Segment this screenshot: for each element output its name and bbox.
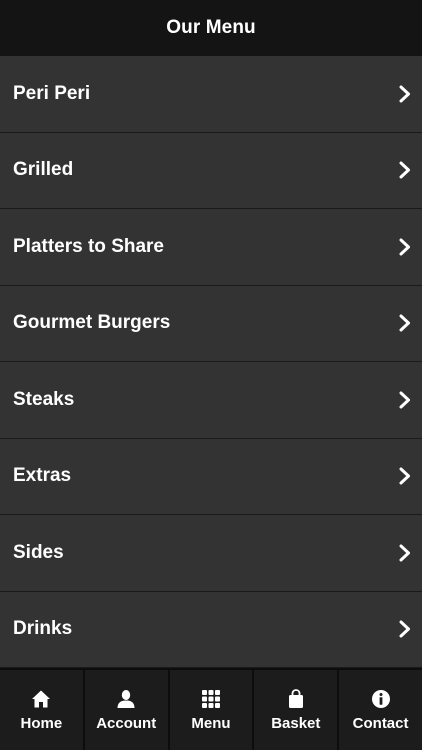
- menu-item-label: Extras: [13, 465, 72, 487]
- grid-icon: [200, 688, 222, 710]
- chevron-right-icon: [398, 390, 412, 410]
- info-icon: [370, 688, 392, 710]
- menu-category-list: Peri Peri Grilled Platters to Share Gour…: [0, 56, 422, 668]
- tab-label: Account: [96, 715, 157, 732]
- tab-label: Basket: [271, 715, 321, 732]
- chevron-right-icon: [398, 84, 412, 104]
- shopping-bag-icon: [285, 688, 307, 710]
- menu-item-grilled[interactable]: Grilled: [0, 132, 422, 209]
- home-icon: [30, 688, 52, 710]
- bottom-tab-bar: Home Account Menu Basket Contact: [0, 668, 422, 750]
- chevron-right-icon: [398, 237, 412, 257]
- tab-label: Menu: [191, 715, 231, 732]
- menu-item-label: Platters to Share: [13, 235, 164, 257]
- chevron-right-icon: [398, 543, 412, 563]
- chevron-right-icon: [398, 160, 412, 180]
- menu-item-extras[interactable]: Extras: [0, 438, 422, 515]
- tab-home[interactable]: Home: [0, 670, 85, 750]
- tab-contact[interactable]: Contact: [339, 670, 422, 750]
- page-title: Our Menu: [166, 17, 256, 38]
- menu-item-label: Steaks: [13, 388, 75, 410]
- menu-item-label: Sides: [13, 541, 64, 563]
- menu-item-peri-peri[interactable]: Peri Peri: [0, 56, 422, 133]
- chevron-right-icon: [398, 619, 412, 639]
- menu-item-drinks[interactable]: Drinks: [0, 591, 422, 668]
- tab-menu[interactable]: Menu: [170, 670, 255, 750]
- tab-basket[interactable]: Basket: [254, 670, 340, 750]
- menu-item-label: Drinks: [13, 618, 73, 640]
- menu-item-gourmet-burgers[interactable]: Gourmet Burgers: [0, 285, 422, 362]
- tab-account[interactable]: Account: [85, 670, 170, 750]
- menu-item-label: Peri Peri: [13, 82, 91, 104]
- menu-item-sides[interactable]: Sides: [0, 515, 422, 592]
- chevron-right-icon: [398, 466, 412, 486]
- app-header: Our Menu: [0, 0, 422, 56]
- app: Our Menu Peri Peri Grilled Platters to S…: [0, 0, 422, 750]
- user-icon: [115, 688, 137, 710]
- menu-item-label: Gourmet Burgers: [13, 312, 171, 334]
- chevron-right-icon: [398, 313, 412, 333]
- tab-label: Contact: [352, 715, 409, 732]
- menu-item-label: Grilled: [13, 159, 74, 181]
- menu-item-steaks[interactable]: Steaks: [0, 362, 422, 439]
- tab-label: Home: [20, 715, 63, 732]
- menu-item-platters-to-share[interactable]: Platters to Share: [0, 209, 422, 286]
